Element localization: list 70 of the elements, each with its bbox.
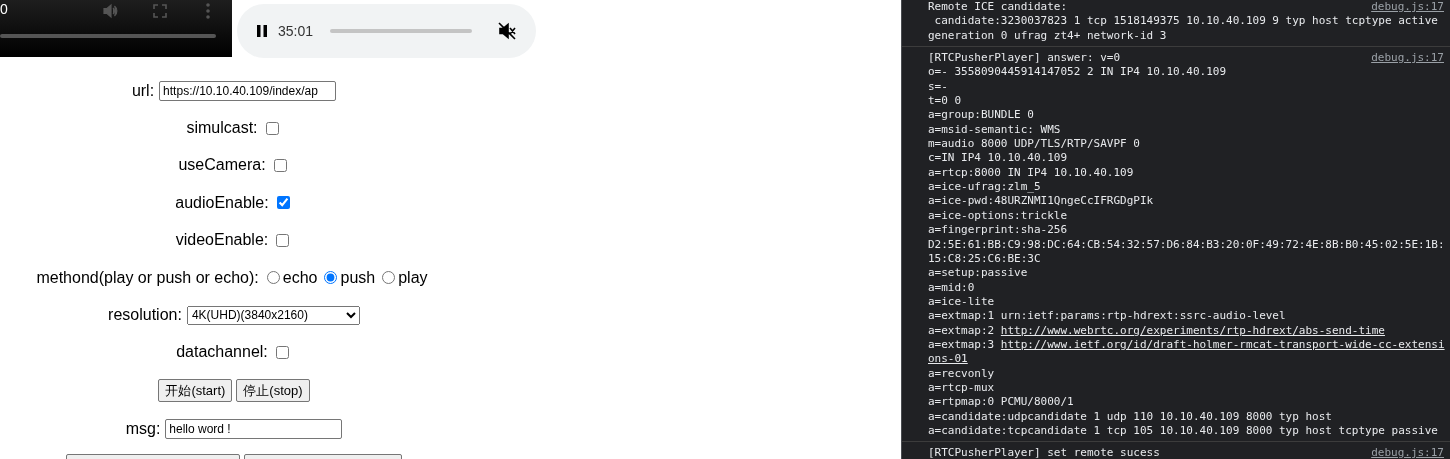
log-line: D2:5E:61:BB:C9:98:DC:64:CB:54:32:57:D6:84:B3:20:0F:49:72:4E:8B:B0:45:02:5E:1B: (928, 237, 1445, 252)
log-line: s=- (928, 79, 948, 95)
url-link[interactable]: http://www.webrtc.org/experiments/rtp-hdrext/abs-send-time (1000, 323, 1385, 337)
fullscreen-icon[interactable] (153, 4, 167, 18)
log-line: a=ice-lite (928, 294, 995, 310)
button[interactable]: 停止(stop) (236, 379, 310, 403)
field-label: simulcast: (186, 119, 258, 138)
field-label: datachannel: (176, 343, 268, 362)
url-link[interactable]: http://www.ietf.org/id/draft-holmer-rmcat-transport-wide-cc-extensi (1000, 337, 1445, 351)
field-label: useCamera: (178, 156, 266, 175)
log-line: a=rtcp-mux (928, 380, 995, 396)
time-text: 0 (0, 0, 8, 18)
field-label: methond(play or push or echo): (36, 268, 259, 287)
log-line: a=extmap:3 http://www.ietf.org/id/draft-holmer-rmcat-transport-wide-cc-extensi (928, 337, 1445, 353)
radio-button[interactable] (266, 271, 280, 285)
log-line: m=audio 8000 UDP/TLS/RTP/SAVPF 0 (928, 137, 1140, 152)
checkbox[interactable] (276, 196, 290, 210)
radio-button[interactable] (324, 271, 338, 285)
radio-label[interactable]: push (340, 268, 376, 287)
field-label: audioEnable: (175, 193, 269, 212)
log-line: t=0 0 (928, 94, 962, 109)
log-line: a=ice-pwd:48URZNMI1QngeCcIFRGDgPIk (928, 194, 1154, 209)
log-line: a=rtpmap:0 PCMU/8000/1 (928, 395, 1074, 410)
pause-icon[interactable] (256, 24, 268, 38)
log-line: a=ice-ufrag:zlm_5 (928, 180, 1041, 195)
log-line: a=candidate:tcpcandidate 1 tcp 105 10.10.40.109 8000 typ host tcptype passive (928, 423, 1438, 439)
log-line: 15:C8:25:C6:BE:3C (928, 251, 1041, 267)
radio-label[interactable]: echo (282, 268, 318, 287)
volume-icon[interactable] (103, 3, 119, 19)
progress-track[interactable] (330, 29, 473, 33)
text-field[interactable]: hello word ! (165, 418, 343, 439)
log-line: o=- 3558090445914147052 2 IN IP4 10.10.40.109 (928, 65, 1226, 80)
progress-track[interactable] (0, 34, 216, 38)
text-field[interactable]: https://10.10.40.109/index/ap (159, 80, 337, 101)
log-line: candidate:3230037823 1 tcp 1518149375 10.10.40.109 9 typ host tcptype active (933, 14, 1438, 29)
log-line: Remote ICE candidate: (928, 0, 1068, 15)
radio-label[interactable]: play (398, 268, 428, 287)
dropdown[interactable]: 4K(UHD)(3840x2160) (186, 305, 360, 325)
radio-button[interactable] (382, 271, 396, 285)
log-line: a=group:BUNDLE 0 (928, 108, 1034, 123)
source-link[interactable]: debug.js:17 (1371, 446, 1444, 459)
checkbox[interactable] (265, 121, 279, 135)
log-line: generation 0 ufrag zt4+ network-id 3 (928, 28, 1167, 44)
time-text: 35:01 (278, 23, 314, 39)
checkbox[interactable] (273, 158, 287, 172)
field-label: msg: (125, 419, 161, 438)
more-icon[interactable] (206, 3, 210, 19)
url-link[interactable]: ons-01 (928, 352, 968, 366)
log-line: a=rtcp:8000 IN IP4 10.10.40.109 (928, 165, 1134, 181)
log-line: a=extmap:2 http://www.webrtc.org/experiments/rtp-hdrext/abs-send-time (928, 323, 1385, 338)
button[interactable]: 开始(start) (158, 379, 233, 403)
log-line: c=IN IP4 10.10.40.109 (928, 151, 1068, 166)
log-line: a=extmap:1 urn:ietf:params:rtp-hdrext:ssrc-audio-level (928, 309, 1286, 324)
field-label: resolution: (108, 306, 182, 325)
field-label: url: (131, 81, 155, 100)
source-link[interactable]: debug.js:17 (1371, 0, 1444, 15)
log-line: a=msid-semantic: WMS (928, 122, 1061, 138)
log-line: [RTCPusherPlayer] set remote sucess (928, 446, 1160, 459)
source-link[interactable]: debug.js:17 (1371, 51, 1444, 66)
checkbox[interactable] (276, 233, 290, 247)
log-line: [RTCPusherPlayer] answer: v=0 (928, 51, 1121, 66)
log-line: a=setup:passive (928, 266, 1028, 281)
muted-speaker-icon[interactable] (498, 22, 517, 40)
checkbox[interactable] (275, 345, 289, 359)
log-line: a=fingerprint:sha-256 (928, 223, 1068, 238)
log-line: a=candidate:udpcandidate 1 udp 110 10.10.40.109 8000 typ host (928, 409, 1332, 424)
log-line: a=ice-options:trickle (928, 208, 1068, 224)
field-label: videoEnable: (175, 231, 269, 250)
log-line: a=mid:0 (928, 280, 975, 295)
log-line: a=recvonly (928, 366, 995, 381)
